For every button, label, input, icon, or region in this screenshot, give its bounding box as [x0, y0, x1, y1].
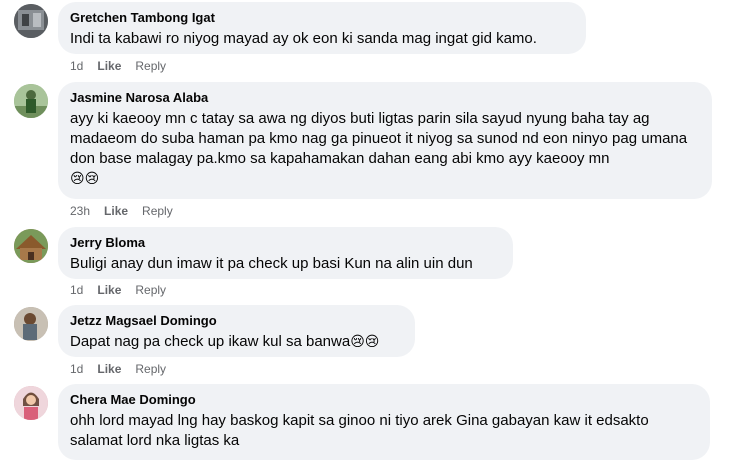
avatar[interactable]	[14, 4, 48, 38]
profile-photo-icon	[14, 4, 48, 38]
profile-photo-icon	[14, 84, 48, 118]
comment-author[interactable]: Chera Mae Domingo	[70, 392, 698, 408]
comment-text: Indi ta kabawi ro niyog mayad ay ok eon …	[70, 29, 574, 49]
comment-text-body: ohh lord mayad lng hay baskog kapit sa g…	[70, 412, 649, 449]
avatar[interactable]	[14, 84, 48, 118]
comment-actions: 23h Like Reply	[70, 204, 187, 218]
comment-author[interactable]: Jerry Bloma	[70, 235, 501, 251]
comment-time[interactable]: 1d	[70, 59, 83, 73]
crying-face-emoji-icon: 😢😢	[350, 334, 380, 350]
like-button[interactable]: Like	[104, 204, 128, 218]
profile-photo-icon	[14, 229, 48, 263]
profile-photo-icon	[14, 386, 48, 420]
comment-time[interactable]: 1d	[70, 283, 83, 297]
comment-time[interactable]: 1d	[70, 362, 83, 376]
comment-text-body: Indi ta kabawi ro niyog mayad ay ok eon …	[70, 30, 537, 47]
comment-bubble: Jetzz Magsael Domingo Dapat nag pa check…	[58, 305, 415, 357]
comment-bubble: Jerry Bloma Buligi anay dun imaw it pa c…	[58, 227, 513, 279]
comment-text: Buligi anay dun imaw it pa check up basi…	[70, 254, 501, 274]
comment-author[interactable]: Jetzz Magsael Domingo	[70, 313, 403, 329]
comment-actions: 1d Like Reply	[70, 362, 180, 376]
crying-face-emoji-icon: 😢😢	[70, 171, 100, 187]
comment-bubble: Chera Mae Domingo ohh lord mayad lng hay…	[58, 384, 710, 460]
avatar[interactable]	[14, 307, 48, 341]
comment-bubble: Jasmine Narosa Alaba ayy ki kaeooy mn c …	[58, 82, 712, 199]
comment-text: ayy ki kaeooy mn c tatay sa awa ng diyos…	[70, 109, 700, 189]
comment-bubble: Gretchen Tambong Igat Indi ta kabawi ro …	[58, 2, 586, 54]
reply-button[interactable]: Reply	[135, 362, 166, 376]
comment-author[interactable]: Gretchen Tambong Igat	[70, 10, 574, 26]
like-button[interactable]: Like	[97, 283, 121, 297]
reply-button[interactable]: Reply	[142, 204, 173, 218]
profile-photo-icon	[14, 307, 48, 341]
comment-actions: 1d Like Reply	[70, 59, 180, 73]
comment-text-body: Dapat nag pa check up ikaw kul sa banwa	[70, 333, 351, 350]
reply-button[interactable]: Reply	[135, 59, 166, 73]
comment-text: Dapat nag pa check up ikaw kul sa banwa😢…	[70, 332, 403, 352]
like-button[interactable]: Like	[97, 362, 121, 376]
comment-author[interactable]: Jasmine Narosa Alaba	[70, 90, 700, 106]
like-button[interactable]: Like	[97, 59, 121, 73]
comment-actions: 1d Like Reply	[70, 283, 180, 297]
avatar[interactable]	[14, 229, 48, 263]
avatar[interactable]	[14, 386, 48, 420]
comment-text-body: Buligi anay dun imaw it pa check up basi…	[70, 255, 473, 272]
comment-text: ohh lord mayad lng hay baskog kapit sa g…	[70, 411, 698, 451]
comment-time[interactable]: 23h	[70, 204, 90, 218]
comment-text-body: ayy ki kaeooy mn c tatay sa awa ng diyos…	[70, 110, 688, 167]
reply-button[interactable]: Reply	[135, 283, 166, 297]
